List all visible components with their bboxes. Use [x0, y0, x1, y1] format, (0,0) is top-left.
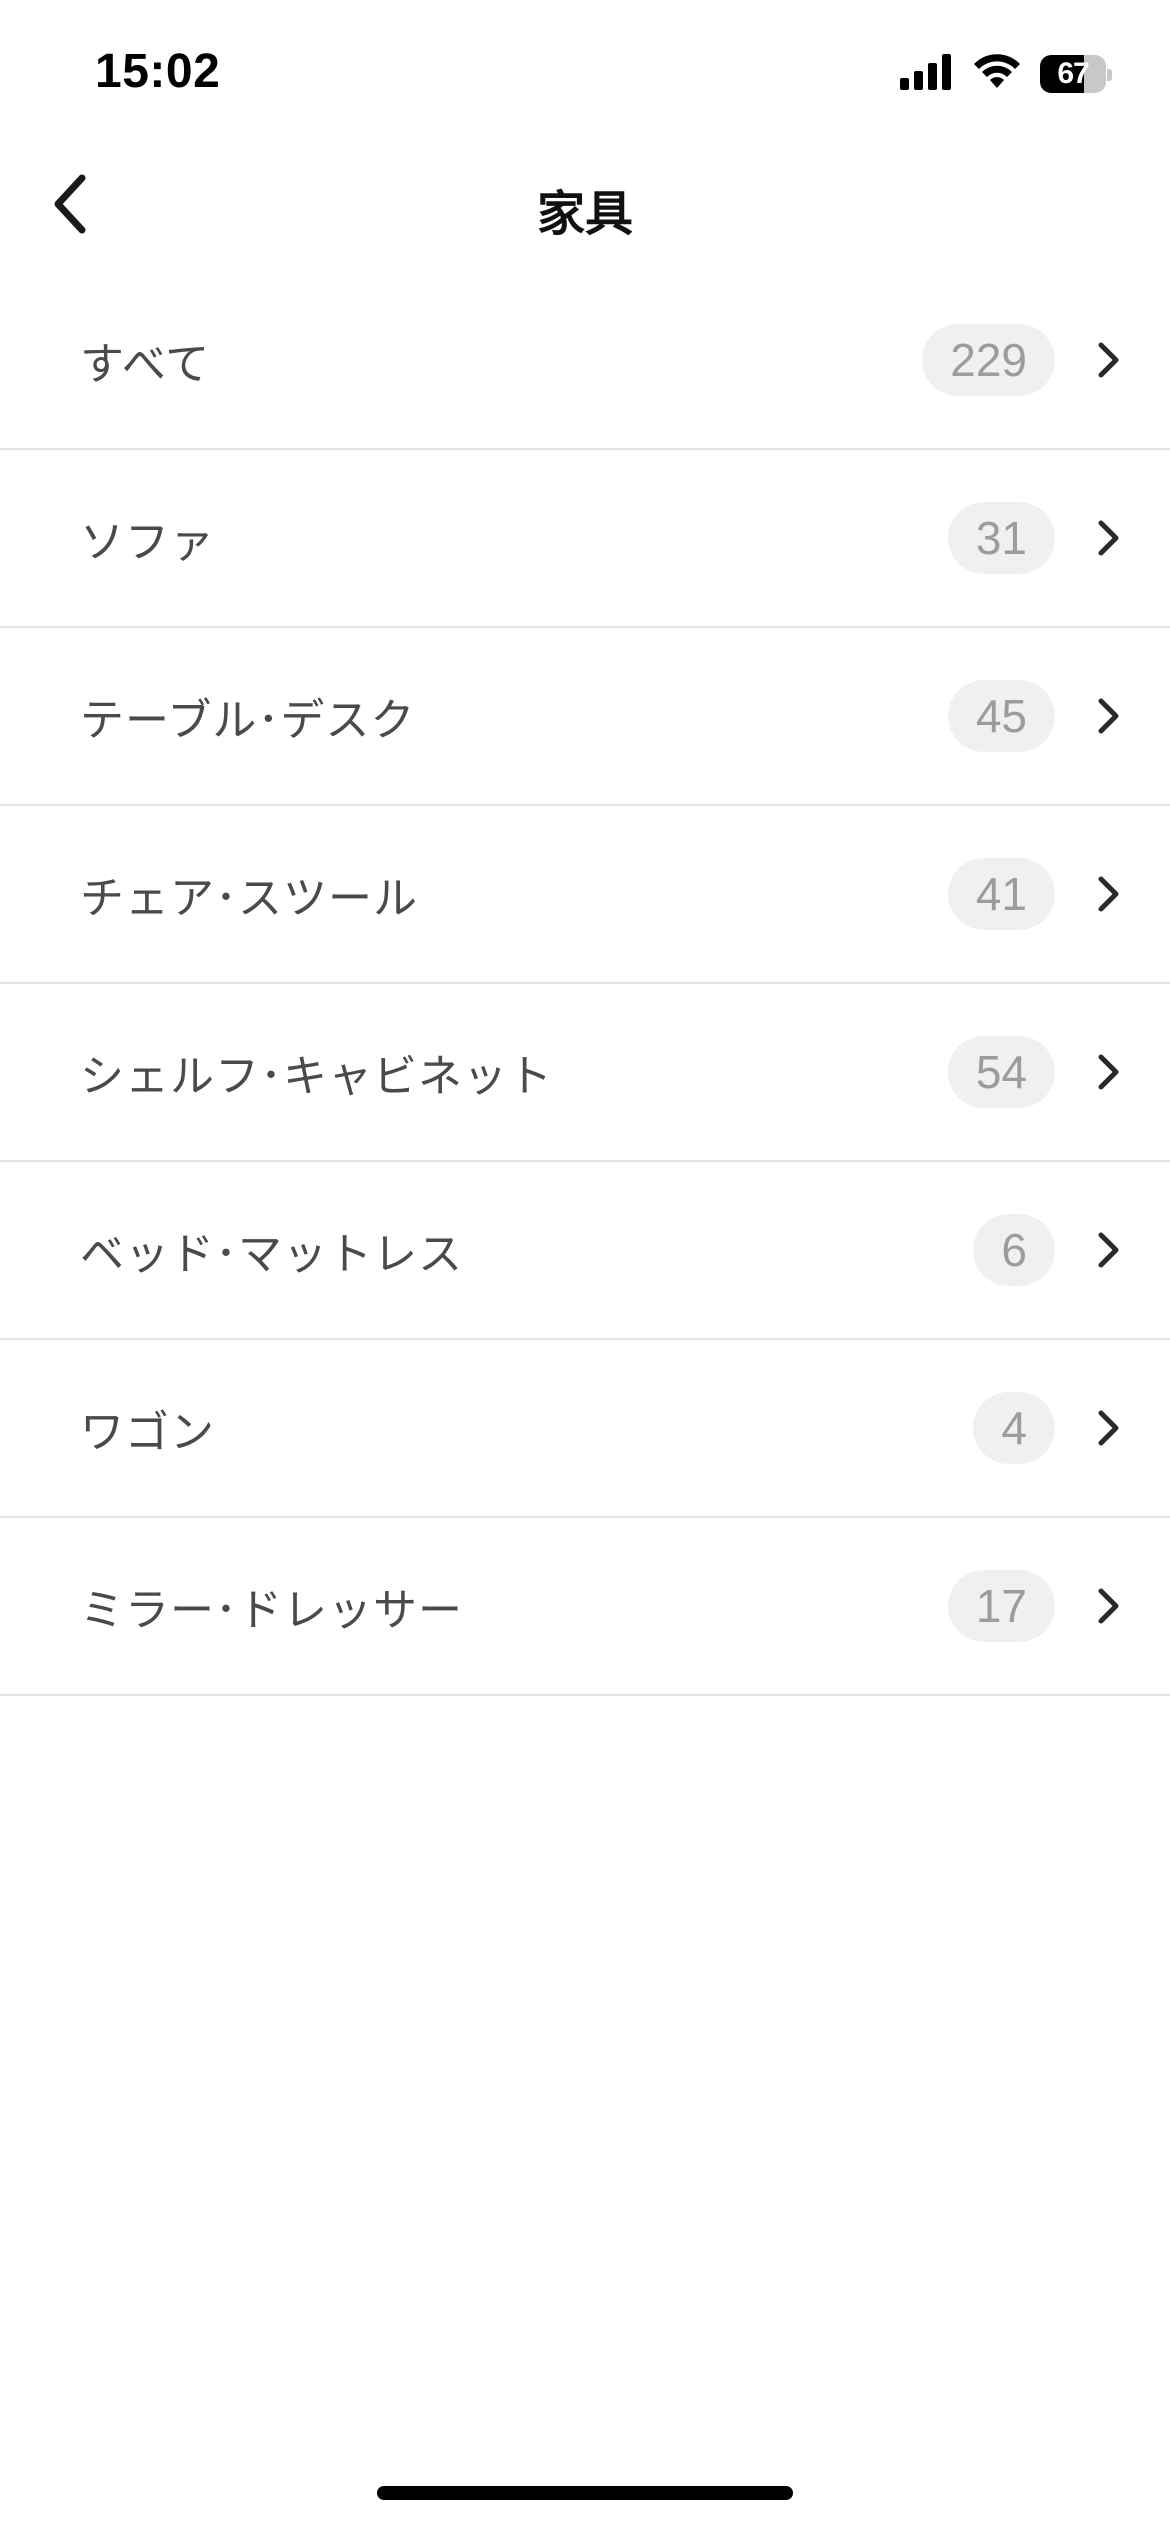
navigation-bar: 家具: [0, 150, 1170, 262]
category-row-chair-stool[interactable]: チェア･スツール 41: [0, 806, 1170, 984]
chevron-right-icon: [1088, 340, 1128, 380]
home-indicator[interactable]: [377, 2486, 793, 2500]
wifi-icon: [972, 54, 1022, 94]
category-row-table-desk[interactable]: テーブル･デスク 45: [0, 628, 1170, 806]
battery-icon: 67: [1040, 55, 1112, 93]
category-row-sofa[interactable]: ソファ 31: [0, 450, 1170, 628]
page-title: 家具: [536, 186, 633, 242]
chevron-right-icon: [1088, 874, 1128, 914]
count-badge: 41: [947, 858, 1055, 930]
count-badge: 229: [922, 324, 1055, 396]
chevron-right-icon: [1088, 1230, 1128, 1270]
category-label: ミラー･ドレッサー: [80, 1585, 463, 1636]
cellular-signal-icon: [900, 54, 954, 94]
category-label: チェア･スツール: [80, 873, 418, 924]
category-label: ワゴン: [80, 1407, 215, 1458]
chevron-right-icon: [1088, 1408, 1128, 1448]
category-list: すべて 229 ソファ 31 テーブル･デスク 45 チェア･スツール 41 シ…: [0, 272, 1170, 1696]
chevron-right-icon: [1088, 1586, 1128, 1626]
category-row-mirror-dresser[interactable]: ミラー･ドレッサー 17: [0, 1518, 1170, 1696]
category-label: テーブル･デスク: [80, 695, 416, 746]
battery-level: 67: [1057, 57, 1089, 90]
status-bar: 15:02 67: [0, 0, 1170, 150]
count-badge: 31: [947, 502, 1055, 574]
count-badge: 45: [947, 680, 1055, 752]
chevron-right-icon: [1088, 1052, 1128, 1092]
status-time: 15:02: [95, 45, 221, 98]
count-badge: 4: [973, 1392, 1055, 1464]
category-label: すべて: [80, 339, 211, 390]
count-badge: 17: [947, 1570, 1055, 1642]
category-row-wagon[interactable]: ワゴン 4: [0, 1340, 1170, 1518]
category-row-bed-mattress[interactable]: ベッド･マットレス 6: [0, 1162, 1170, 1340]
status-indicators: 67: [900, 52, 1112, 96]
category-label: ベッド･マットレス: [80, 1229, 463, 1280]
category-label: シェルフ･キャビネット: [80, 1051, 553, 1102]
chevron-right-icon: [1088, 696, 1128, 736]
category-row-shelf-cabinet[interactable]: シェルフ･キャビネット 54: [0, 984, 1170, 1162]
category-row-all[interactable]: すべて 229: [0, 272, 1170, 450]
category-label: ソファ: [80, 517, 215, 568]
count-badge: 54: [947, 1036, 1055, 1108]
chevron-right-icon: [1088, 518, 1128, 558]
count-badge: 6: [973, 1214, 1055, 1286]
